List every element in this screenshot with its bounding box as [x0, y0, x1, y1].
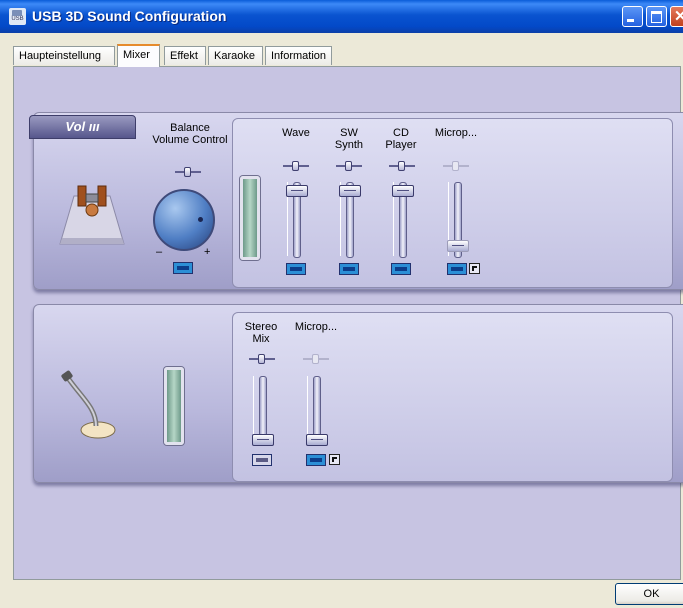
wave-volume-thumb[interactable]	[286, 185, 308, 198]
channel-label-stereo-mix: Stereo Mix	[244, 321, 278, 345]
master-volume-tab: Vol ııı	[29, 115, 136, 139]
title-bar[interactable]: USB USB 3D Sound Configuration ✕	[0, 0, 683, 33]
channel-label-wave: Wave	[282, 127, 310, 139]
stereo-mix-select-button[interactable]	[252, 454, 272, 466]
knob-indicator	[198, 217, 203, 222]
minimize-button[interactable]	[622, 6, 643, 27]
cd-player-mute-button[interactable]	[391, 263, 411, 275]
channel-label-sw-synth: SW Synth	[334, 127, 364, 151]
microphone-icon	[61, 370, 116, 439]
microphone-advanced-button[interactable]	[469, 263, 480, 274]
maximize-button[interactable]	[646, 6, 667, 27]
speakers-icon	[59, 185, 125, 245]
microphone-volume-thumb[interactable]	[447, 239, 469, 252]
tab-effekt[interactable]: Effekt	[164, 46, 206, 65]
recording-level-meter	[164, 367, 184, 445]
close-icon: ✕	[674, 8, 683, 25]
rec-microphone-volume-thumb[interactable]	[306, 434, 328, 446]
knob-plus-label: +	[204, 246, 211, 258]
rec-microphone-advanced-button[interactable]	[329, 454, 340, 465]
microphone-mute-button[interactable]	[447, 263, 467, 275]
tab-mixer[interactable]: Mixer	[117, 44, 160, 67]
channel-label-microphone: Microp...	[434, 127, 478, 139]
master-balance-slider[interactable]	[175, 167, 201, 177]
sw-synth-balance-slider[interactable]	[336, 161, 362, 171]
close-button[interactable]: ✕	[670, 6, 683, 27]
stereo-mix-balance-slider[interactable]	[249, 354, 275, 364]
knob-minus-label: –	[156, 246, 163, 258]
microphone-balance-slider	[443, 161, 469, 171]
tab-information[interactable]: Information	[265, 46, 332, 65]
playback-level-meter	[240, 176, 260, 260]
tab-haupteinstellung[interactable]: Haupteinstellung	[13, 46, 115, 65]
window-title: USB 3D Sound Configuration	[32, 8, 227, 24]
balance-label: Balance Volume Control	[152, 122, 228, 146]
stereo-mix-volume-thumb[interactable]	[252, 434, 274, 446]
rec-microphone-select-button[interactable]	[306, 454, 326, 466]
cd-player-balance-slider[interactable]	[389, 161, 415, 171]
ok-button[interactable]: OK	[615, 583, 683, 605]
recording-channels-box	[232, 312, 673, 482]
cd-player-volume-thumb[interactable]	[392, 185, 414, 198]
tab-karaoke[interactable]: Karaoke	[208, 46, 263, 65]
wave-mute-button[interactable]	[286, 263, 306, 275]
volume-bars-icon: ııı	[88, 119, 100, 134]
sw-synth-volume-thumb[interactable]	[339, 185, 361, 198]
master-mute-button[interactable]	[173, 262, 193, 274]
channel-label-cd-player: CD Player	[385, 127, 417, 151]
sw-synth-mute-button[interactable]	[339, 263, 359, 275]
rec-channel-label-microphone: Microp...	[294, 321, 338, 333]
rec-microphone-balance-slider	[303, 354, 329, 364]
wave-balance-slider[interactable]	[283, 161, 309, 171]
usb-icon: USB	[9, 8, 26, 25]
master-volume-knob[interactable]	[153, 189, 215, 251]
